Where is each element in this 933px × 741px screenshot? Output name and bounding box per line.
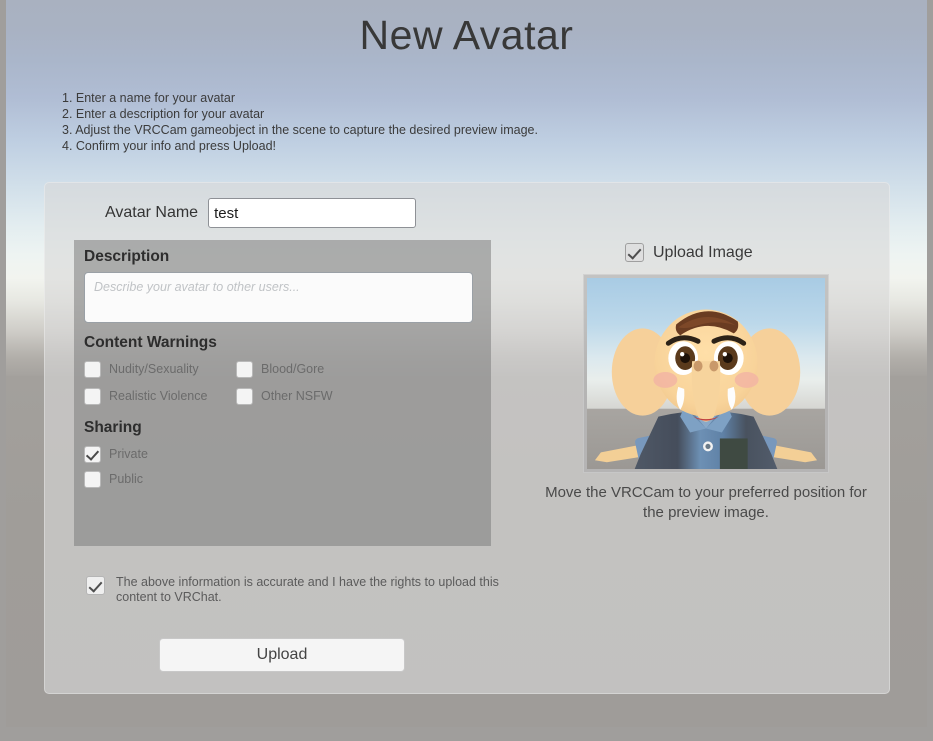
content-warnings-heading: Content Warnings	[84, 334, 217, 351]
upload-button[interactable]: Upload	[159, 638, 405, 672]
checkbox-confirm-rights[interactable]	[86, 576, 105, 595]
checkbox-private[interactable]	[84, 445, 101, 463]
checkbox-public[interactable]	[84, 470, 101, 488]
checkbox-label-blood-gore: Blood/Gore	[261, 362, 325, 376]
sharing-heading: Sharing	[84, 419, 142, 436]
instruction-step-1: 1. Enter a name for your avatar	[62, 91, 236, 105]
checkbox-row-public[interactable]: Public	[84, 468, 481, 490]
checkbox-realistic-violence[interactable]	[84, 387, 101, 405]
checkbox-row-other-nsfw[interactable]: Other NSFW	[236, 385, 481, 407]
checkbox-nudity-sexuality[interactable]	[84, 360, 101, 378]
new-avatar-form-panel: Avatar Name Description Content Warnings…	[44, 182, 890, 694]
content-warnings-list: Nudity/Sexuality Blood/Gore Realistic Vi…	[84, 358, 481, 407]
description-heading: Description	[84, 248, 170, 265]
description-and-options-box: Description Content Warnings Nudity/Sexu…	[74, 240, 491, 546]
checkbox-row-private[interactable]: Private	[84, 443, 481, 465]
avatar-name-label: Avatar Name	[105, 204, 199, 221]
checkbox-upload-image[interactable]	[625, 243, 644, 262]
unity-scene-view: New Avatar 1. Enter a name for your avat…	[0, 0, 933, 741]
upload-image-label: Upload Image	[653, 243, 753, 261]
description-input[interactable]	[84, 272, 473, 323]
upload-image-row[interactable]: Upload Image	[625, 243, 753, 262]
checkbox-label-realistic-violence: Realistic Violence	[109, 389, 208, 403]
avatar-render-svg	[587, 278, 825, 469]
checkbox-row-nudity-sexuality[interactable]: Nudity/Sexuality	[84, 358, 236, 380]
confirm-label: The above information is accurate and I …	[116, 575, 499, 604]
preview-image-frame	[583, 274, 829, 473]
sharing-list: Private Public	[84, 443, 481, 490]
page-title: New Avatar	[359, 12, 574, 58]
checkbox-row-blood-gore[interactable]: Blood/Gore	[236, 358, 481, 380]
checkbox-row-realistic-violence[interactable]: Realistic Violence	[84, 385, 236, 407]
checkbox-label-other-nsfw: Other NSFW	[261, 389, 333, 403]
checkbox-blood-gore[interactable]	[236, 360, 253, 378]
avatar-name-input[interactable]	[208, 198, 417, 228]
instruction-step-4: 4. Confirm your info and press Upload!	[62, 139, 276, 153]
avatar-name-row: Avatar Name	[105, 198, 417, 228]
checkbox-label-nudity-sexuality: Nudity/Sexuality	[109, 362, 199, 376]
instruction-step-2: 2. Enter a description for your avatar	[62, 107, 265, 121]
instructions-list: 1. Enter a name for your avatar 2. Enter…	[62, 90, 538, 154]
confirm-row[interactable]: The above information is accurate and I …	[86, 575, 516, 605]
avatar-preview-image	[587, 278, 825, 469]
checkbox-other-nsfw[interactable]	[236, 387, 253, 405]
preview-caption: Move the VRCCam to your preferred positi…	[545, 484, 867, 521]
checkbox-label-private: Private	[109, 447, 148, 461]
instruction-step-3: 3. Adjust the VRCCam gameobject in the s…	[62, 123, 538, 137]
checkbox-label-public: Public	[109, 472, 144, 486]
